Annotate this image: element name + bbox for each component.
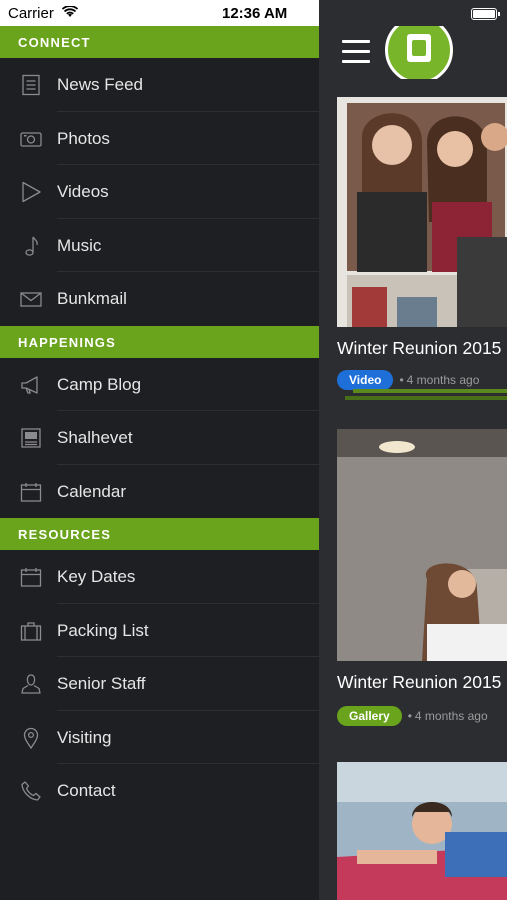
menu-item-label: Key Dates: [57, 567, 136, 586]
menu-item-camp-blog[interactable]: Camp Blog: [0, 358, 319, 411]
menu-item-label: Photos: [57, 128, 110, 148]
menu-item-packing-list[interactable]: Packing List: [0, 604, 319, 657]
menu-item-label: News Feed: [57, 75, 143, 94]
document-icon: [20, 74, 42, 96]
card-photo[interactable]: [337, 762, 507, 900]
feed-list: Winter Reunion 2015 Video •4 months ago: [319, 79, 507, 900]
menu-item-music[interactable]: Music: [0, 219, 319, 272]
card-photo[interactable]: [337, 429, 507, 661]
section-header-happenings: HAPPENINGS: [0, 325, 319, 358]
menu-item-label: Bunkmail: [57, 289, 127, 308]
top-bar: [319, 26, 507, 84]
menu-item-photos[interactable]: Photos: [0, 112, 319, 165]
section-header-resources: RESOURCES: [0, 518, 319, 550]
menu-item-label: Contact: [57, 781, 116, 800]
megaphone-icon: [20, 374, 42, 396]
menu-item-visiting[interactable]: Visiting: [0, 711, 319, 764]
card-photo[interactable]: [337, 97, 507, 327]
menu-item-shalhevet[interactable]: Shalhevet: [0, 411, 319, 465]
time-ago: • 4 months ago: [407, 709, 488, 723]
menu-item-label: Visiting: [57, 727, 112, 747]
time-ago-text: 4 months ago: [406, 373, 480, 387]
menu-item-label: Shalhevet: [57, 428, 133, 447]
card-meta: Gallery • 4 months ago: [337, 706, 488, 726]
calendar-icon: [20, 566, 42, 588]
menu-item-label: Videos: [57, 182, 109, 201]
time-ago-text: 4 months ago: [414, 709, 488, 723]
feed-card[interactable]: Winter Reunion 2015 Video • 4 months ago: [337, 97, 507, 390]
card-meta: Video • 4 months ago: [337, 370, 479, 390]
menu-item-label: Calendar: [57, 481, 126, 501]
menu-item-bunkmail[interactable]: Bunkmail: [0, 272, 319, 326]
status-bar: Carrier 12:36 AM: [0, 0, 319, 26]
clock: 12:36 AM: [222, 5, 288, 22]
carrier-label: Carrier: [8, 5, 54, 22]
calendar-icon: [20, 481, 42, 503]
main-feed-panel: Winter Reunion 2015 Video •4 months ago: [319, 26, 507, 900]
location-pin-icon: [20, 727, 42, 749]
card-title[interactable]: Winter Reunion 2015: [337, 338, 501, 359]
play-icon: [20, 181, 42, 203]
person-icon: [20, 673, 42, 695]
side-drawer: CONNECT News Feed Photos Videos Music Bu…: [0, 26, 319, 900]
status-bar-right: [319, 0, 507, 26]
menu-item-contact[interactable]: Contact: [0, 764, 319, 818]
hamburger-menu-icon[interactable]: [342, 40, 370, 64]
camera-icon: [20, 128, 42, 150]
gallery-badge: Gallery: [337, 706, 402, 726]
suitcase-icon: [20, 620, 42, 642]
card-separator: [345, 396, 507, 400]
card-title[interactable]: Winter Reunion 2015: [337, 672, 501, 693]
phone-icon: [20, 780, 42, 802]
newspaper-icon: [20, 427, 42, 449]
battery-icon: [471, 8, 500, 20]
menu-item-label: Senior Staff: [57, 674, 146, 693]
feed-card[interactable]: Winter Reunion 2015 Gallery • 4 months ago: [337, 429, 507, 729]
camp-logo: [385, 26, 453, 84]
menu-item-label: Music: [57, 235, 102, 255]
time-ago: • 4 months ago: [399, 373, 480, 387]
wifi-icon: [61, 5, 79, 22]
envelope-icon: [20, 288, 42, 310]
card-separator: [353, 389, 507, 393]
menu-item-label: Camp Blog: [57, 374, 142, 394]
music-note-icon: [20, 235, 42, 257]
section-header-connect: CONNECT: [0, 26, 319, 58]
menu-item-key-dates[interactable]: Key Dates: [0, 550, 319, 604]
menu-item-calendar[interactable]: Calendar: [0, 465, 319, 519]
video-badge: Video: [337, 370, 394, 390]
feed-card[interactable]: [337, 762, 507, 900]
menu-item-senior-staff[interactable]: Senior Staff: [0, 657, 319, 711]
menu-item-news-feed[interactable]: News Feed: [0, 58, 319, 112]
menu-item-videos[interactable]: Videos: [0, 165, 319, 219]
menu-item-label: Packing List: [57, 620, 149, 640]
